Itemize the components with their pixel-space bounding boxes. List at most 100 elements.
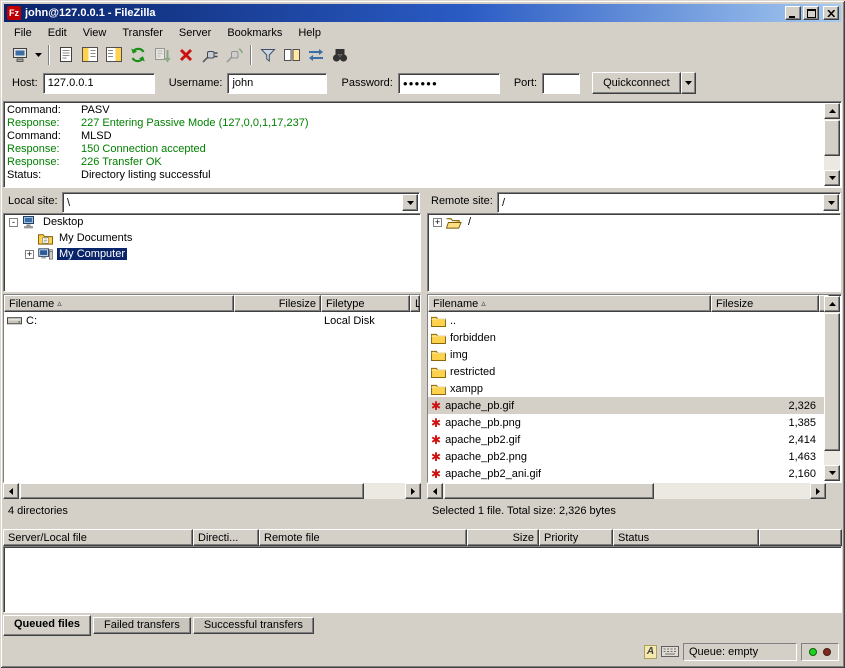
scroll-up-icon[interactable] <box>824 296 840 312</box>
host-input[interactable] <box>43 73 155 94</box>
menu-edit[interactable]: Edit <box>40 25 75 41</box>
local-site-value: \ <box>63 197 401 209</box>
tree-item-label[interactable]: Desktop <box>41 216 85 228</box>
expand-icon[interactable]: + <box>25 250 34 259</box>
scrollbar-thumb[interactable] <box>444 483 654 499</box>
port-label: Port: <box>514 77 537 89</box>
column-filesize[interactable]: Filesize <box>711 295 819 312</box>
process-queue-icon[interactable] <box>150 44 174 66</box>
combo-dropdown-icon[interactable] <box>823 194 839 211</box>
file-row[interactable]: restricted <box>428 363 825 380</box>
tree-item-root[interactable]: + / <box>428 214 840 230</box>
keyboard-icon[interactable] <box>661 646 679 657</box>
tree-item-my-computer[interactable]: + My Computer <box>20 246 420 262</box>
scroll-right-icon[interactable] <box>405 483 421 499</box>
column-filename[interactable]: Filename▵ <box>4 295 234 312</box>
directory-comparison-icon[interactable] <box>280 44 304 66</box>
file-row[interactable]: ✱apache_pb2.gif 2,414 <box>428 431 825 448</box>
local-list-header: Filename▵ Filesize Filetype L <box>4 295 420 312</box>
scroll-up-icon[interactable] <box>824 103 840 119</box>
maximize-button[interactable] <box>803 6 819 20</box>
tree-item-label[interactable]: My Computer <box>57 248 127 260</box>
log-scrollbar[interactable] <box>824 103 840 186</box>
local-file-list: Filename▵ Filesize Filetype L C: Local D… <box>3 294 421 483</box>
open-folder-icon <box>446 216 462 229</box>
toggle-message-log-icon[interactable] <box>54 44 78 66</box>
tree-item-desktop[interactable]: - Desktop <box>4 214 420 230</box>
local-list-hscrollbar[interactable] <box>3 483 421 499</box>
toggle-local-tree-icon[interactable] <box>78 44 102 66</box>
site-manager-icon[interactable] <box>9 44 33 66</box>
transfer-type-icon[interactable]: A <box>644 645 657 659</box>
column-filesize[interactable]: Filesize <box>234 295 321 312</box>
find-files-icon[interactable] <box>328 44 352 66</box>
username-input[interactable] <box>227 73 327 94</box>
scrollbar-thumb[interactable] <box>824 120 840 156</box>
queue-body[interactable] <box>3 546 842 613</box>
column-size[interactable]: Size <box>467 529 539 546</box>
file-row[interactable]: ✱apache_pb.png 1,385 <box>428 414 825 431</box>
refresh-icon[interactable] <box>126 44 150 66</box>
disconnect-icon[interactable] <box>198 44 222 66</box>
collapse-icon[interactable]: - <box>9 218 18 227</box>
scroll-down-icon[interactable] <box>824 170 840 186</box>
scroll-left-icon[interactable] <box>427 483 443 499</box>
quickconnect-dropdown-icon[interactable] <box>681 72 696 94</box>
tab-successful-transfers[interactable]: Successful transfers <box>193 617 314 634</box>
file-row[interactable]: ✱apache_pb2_ani.gif 2,160 <box>428 465 825 482</box>
file-row-selected[interactable]: ✱apache_pb.gif 2,326 <box>428 397 825 414</box>
menu-file[interactable]: File <box>6 25 40 41</box>
password-label: Password: <box>341 77 392 89</box>
remote-list-scrollbar[interactable] <box>824 296 840 481</box>
password-input[interactable] <box>398 73 500 94</box>
site-manager-dropdown-icon[interactable] <box>33 44 44 66</box>
remote-site-combo[interactable]: / <box>497 192 841 213</box>
port-input[interactable] <box>542 73 580 94</box>
file-row[interactable]: xampp <box>428 380 825 397</box>
scrollbar-thumb[interactable] <box>824 313 840 451</box>
scroll-down-icon[interactable] <box>824 465 840 481</box>
menu-transfer[interactable]: Transfer <box>114 25 171 41</box>
menu-help[interactable]: Help <box>290 25 329 41</box>
reconnect-icon[interactable] <box>222 44 246 66</box>
menu-bookmarks[interactable]: Bookmarks <box>219 25 290 41</box>
tab-failed-transfers[interactable]: Failed transfers <box>93 617 191 634</box>
column-filetype[interactable]: Filetype <box>321 295 410 312</box>
column-filler <box>759 529 842 546</box>
scroll-right-icon[interactable] <box>810 483 826 499</box>
file-row[interactable]: .. <box>428 312 825 329</box>
column-filename[interactable]: Filename▵ <box>428 295 711 312</box>
local-site-combo[interactable]: \ <box>62 192 420 213</box>
tree-item-label[interactable]: / <box>466 216 473 228</box>
column-remote-file[interactable]: Remote file <box>259 529 467 546</box>
remote-list-hscrollbar[interactable] <box>427 483 826 499</box>
quickconnect-button[interactable]: Quickconnect <box>592 72 681 94</box>
file-row[interactable]: forbidden <box>428 329 825 346</box>
synchronized-browsing-icon[interactable] <box>304 44 328 66</box>
file-row[interactable]: ✱apache_pb2.png 1,463 <box>428 448 825 465</box>
file-row[interactable]: img <box>428 346 825 363</box>
column-direction[interactable]: Directi... <box>193 529 259 546</box>
column-lastmodified[interactable]: L <box>410 295 420 312</box>
toolbar-separator <box>250 45 252 65</box>
filter-icon[interactable] <box>256 44 280 66</box>
window-title: john@127.0.0.1 - FileZilla <box>25 7 783 19</box>
expand-icon[interactable]: + <box>433 218 442 227</box>
tree-item-label[interactable]: My Documents <box>57 232 134 244</box>
menu-server[interactable]: Server <box>171 25 219 41</box>
menu-view[interactable]: View <box>75 25 115 41</box>
column-priority[interactable]: Priority <box>539 529 613 546</box>
column-status[interactable]: Status <box>613 529 759 546</box>
cancel-icon[interactable] <box>174 44 198 66</box>
minimize-button[interactable] <box>785 6 801 20</box>
tab-queued-files[interactable]: Queued files <box>3 615 91 636</box>
column-server-local-file[interactable]: Server/Local file <box>3 529 193 546</box>
close-button[interactable] <box>823 6 839 20</box>
toggle-remote-tree-icon[interactable] <box>102 44 126 66</box>
scrollbar-thumb[interactable] <box>20 483 364 499</box>
file-row-c-drive[interactable]: C: Local Disk <box>4 312 420 329</box>
scroll-left-icon[interactable] <box>3 483 19 499</box>
combo-dropdown-icon[interactable] <box>402 194 418 211</box>
tree-item-my-documents[interactable]: My Documents <box>20 230 420 246</box>
titlebar[interactable]: Fz john@127.0.0.1 - FileZilla <box>4 4 841 22</box>
